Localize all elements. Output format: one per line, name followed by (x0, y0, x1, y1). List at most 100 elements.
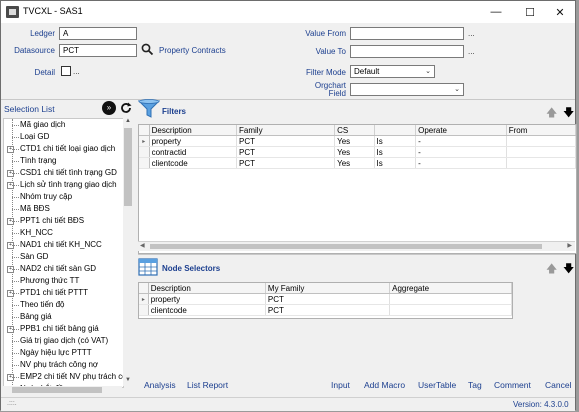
table-cell[interactable]: PCT (265, 293, 391, 305)
tree-item[interactable]: + NAD2 chi tiết sàn GD (4, 263, 123, 275)
table-cell[interactable]: Yes (334, 135, 375, 147)
table-cell[interactable]: PCT (236, 135, 336, 147)
filters-horizontal-scrollbar[interactable]: ◀ ▶ (138, 241, 575, 251)
value-to-field[interactable] (350, 45, 464, 58)
tree-item[interactable]: Tình trạng (4, 155, 123, 167)
filters-column-header[interactable]: Operate (415, 125, 507, 136)
table-cell[interactable]: PCT (265, 304, 391, 316)
fast-forward-icon[interactable]: » (102, 101, 116, 115)
filters-column-header[interactable]: CS (334, 125, 375, 136)
table-cell[interactable]: - (415, 146, 507, 158)
table-cell[interactable]: - (415, 157, 507, 169)
row-selector[interactable]: ▸ (139, 293, 149, 305)
value-from-dots-button[interactable]: ... (468, 29, 475, 38)
tree-item[interactable]: KH_NCC (4, 227, 123, 239)
scrollbar-thumb[interactable] (124, 128, 132, 206)
list-report-link[interactable]: List Report (187, 380, 228, 390)
table-cell[interactable] (506, 135, 577, 147)
value-to-dots-button[interactable]: ... (468, 47, 475, 56)
table-cell[interactable]: - (415, 135, 507, 147)
filters-column-header[interactable]: Family (236, 125, 336, 136)
move-down-icon[interactable]: 🡇 (563, 104, 574, 123)
search-icon[interactable] (141, 43, 154, 56)
table-cell[interactable]: Is (374, 146, 417, 158)
tree-item[interactable]: Mã giao dịch (4, 119, 123, 131)
table-cell[interactable]: Is (374, 135, 417, 147)
analysis-link[interactable]: Analysis (144, 380, 176, 390)
resize-grip-icon[interactable]: .:::. (7, 400, 17, 407)
filter-mode-select[interactable]: Default ⌄ (350, 65, 435, 78)
close-button[interactable]: ✕ (544, 1, 576, 23)
table-cell[interactable] (506, 157, 577, 169)
filters-column-header[interactable]: From (506, 125, 577, 136)
scroll-down-icon[interactable]: ▼ (123, 377, 133, 386)
maximize-button[interactable]: ☐ (514, 1, 546, 23)
tree-item[interactable]: + CSD1 chi tiết tình trạng GD (4, 167, 123, 179)
table-cell[interactable] (389, 304, 512, 316)
tree-item[interactable]: Giá trị giao dịch (có VAT) (4, 335, 123, 347)
cancel-link[interactable]: Cancel (545, 380, 571, 390)
filters-grid[interactable]: Description Family CS Operate From ▸ property… (138, 124, 577, 254)
tree-item[interactable]: Ngày hiệu lực PTTT (4, 347, 123, 359)
input-link[interactable]: Input (331, 380, 350, 390)
tree-item[interactable]: Mã BĐS (4, 203, 123, 215)
usertable-link[interactable]: UserTable (418, 380, 456, 390)
scroll-right-icon[interactable]: ▶ (567, 242, 572, 249)
horizontal-scrollbar-thumb[interactable] (12, 387, 102, 393)
add-macro-link[interactable]: Add Macro (364, 380, 405, 390)
tree-item[interactable]: Nhóm truy cập (4, 191, 123, 203)
table-cell[interactable]: clientcode (149, 157, 238, 169)
table-cell[interactable]: Yes (334, 157, 375, 169)
orgchart-field-select[interactable]: ⌄ (350, 83, 464, 96)
row-selector[interactable] (139, 157, 150, 169)
tree-item[interactable]: Bảng giá (4, 311, 123, 323)
table-cell[interactable]: property (149, 135, 238, 147)
row-selector[interactable]: ▸ (139, 135, 150, 147)
tree-item[interactable]: + PPB1 chi tiết bảng giá (4, 323, 123, 335)
property-contracts-link[interactable]: Property Contracts (159, 46, 226, 55)
tree-item[interactable]: Theo tiến độ (4, 299, 123, 311)
selection-scrollbar[interactable]: ▲ ▼ (123, 118, 133, 386)
table-cell[interactable]: contractid (149, 146, 238, 158)
selection-tree[interactable]: Mã giao dịch Loại GD + CTD1 chi tiết loại g… (3, 118, 124, 388)
tag-link[interactable]: Tag (468, 380, 482, 390)
table-cell[interactable]: Is (374, 157, 417, 169)
scroll-left-icon[interactable]: ◀ (140, 242, 145, 249)
tree-item[interactable]: + PPT1 chi tiết BĐS (4, 215, 123, 227)
node-column-header[interactable]: My Family (265, 283, 391, 294)
tree-item[interactable]: Loại GD (4, 131, 123, 143)
filters-column-header[interactable]: Description (149, 125, 238, 136)
tree-item[interactable]: + PTD1 chi tiết PTTT (4, 287, 123, 299)
filters-column-header[interactable] (374, 125, 417, 136)
node-move-down-icon[interactable]: 🡇 (563, 260, 574, 279)
tree-item[interactable]: + Lịch sử tình trạng giao dịch (4, 179, 123, 191)
minimize-button[interactable]: — (480, 1, 512, 23)
tree-item[interactable]: +EMP2 chi tiết NV phụ trách công (4, 371, 123, 383)
value-from-field[interactable] (350, 27, 464, 40)
table-cell[interactable] (389, 293, 512, 305)
table-row[interactable]: clientcode PCT (139, 304, 512, 316)
ledger-field[interactable]: A (59, 27, 137, 40)
tree-item[interactable]: NV phụ trách công nợ (4, 359, 123, 371)
scroll-up-icon[interactable]: ▲ (123, 118, 133, 127)
table-cell[interactable] (506, 146, 577, 158)
node-move-up-icon[interactable]: 🡅 (546, 260, 557, 279)
datasource-field[interactable]: PCT (59, 44, 137, 57)
table-row[interactable]: ▸ property PCT (139, 293, 512, 305)
filters-scrollbar-thumb[interactable] (150, 244, 542, 249)
detail-checkbox[interactable] (61, 66, 71, 76)
tree-item[interactable]: Phương thức TT (4, 275, 123, 287)
table-row[interactable]: ▸ property PCT Yes Is - (139, 135, 577, 147)
detail-dots-button[interactable]: ... (73, 67, 80, 76)
tree-item[interactable]: + NAD1 chi tiết KH_NCC (4, 239, 123, 251)
tree-item[interactable]: Sàn GD (4, 251, 123, 263)
node-selectors-grid[interactable]: Description My Family Aggregate ▸ property P… (138, 282, 513, 319)
refresh-icon[interactable] (119, 101, 133, 115)
selection-horizontal-scrollbar[interactable] (3, 386, 122, 394)
comment-link[interactable]: Comment (494, 380, 531, 390)
node-column-header[interactable]: Description (148, 283, 266, 294)
move-up-icon[interactable]: 🡅 (546, 104, 557, 123)
table-row[interactable]: clientcode PCT Yes Is - (139, 157, 577, 169)
table-cell[interactable]: PCT (236, 146, 336, 158)
table-row[interactable]: contractid PCT Yes Is - (139, 146, 577, 158)
